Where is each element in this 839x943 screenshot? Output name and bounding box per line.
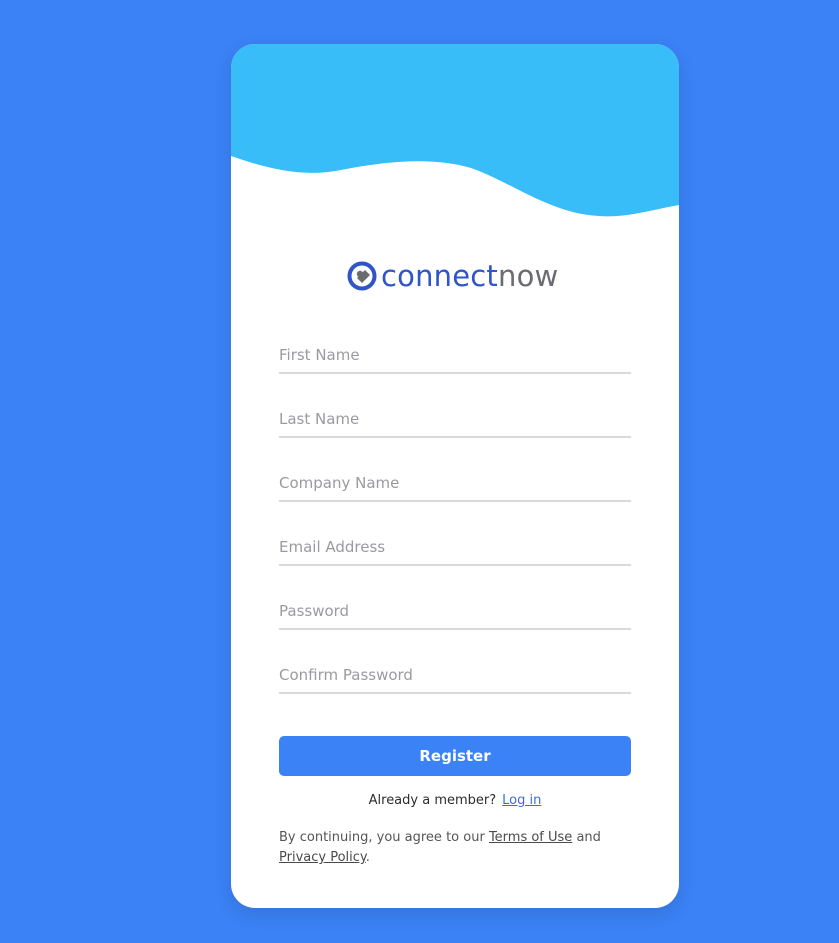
- register-form: [279, 334, 631, 718]
- logo-wordmark: connectnow: [381, 258, 559, 293]
- legal-suffix: .: [365, 850, 370, 865]
- login-link[interactable]: Log in: [502, 793, 541, 808]
- password-field[interactable]: [279, 600, 631, 622]
- first-name-field-wrapper: [279, 334, 631, 374]
- member-text: Already a member?: [368, 793, 497, 808]
- company-name-field[interactable]: [279, 472, 631, 494]
- email-field-wrapper: [279, 526, 631, 566]
- legal-and: and: [576, 830, 601, 845]
- connectnow-logo-icon: [347, 261, 377, 291]
- register-button[interactable]: Register: [279, 736, 631, 776]
- confirm-password-field[interactable]: [279, 664, 631, 686]
- last-name-field-wrapper: [279, 398, 631, 438]
- legal-prefix: By continuing, you agree to our: [279, 830, 485, 845]
- member-prompt: Already a member? Log in: [231, 793, 679, 808]
- page-background: connectnow Register Already a: [0, 0, 839, 943]
- privacy-policy-link[interactable]: Privacy Policy: [279, 850, 366, 865]
- first-name-field[interactable]: [279, 344, 631, 366]
- email-field[interactable]: [279, 536, 631, 558]
- connectnow-logo: connectnow: [347, 256, 558, 296]
- confirm-password-field-wrapper: [279, 654, 631, 694]
- register-card: connectnow Register Already a: [231, 44, 679, 908]
- company-name-field-wrapper: [279, 462, 631, 502]
- legal-notice: By continuing, you agree to our Terms of…: [279, 828, 631, 868]
- password-field-wrapper: [279, 590, 631, 630]
- terms-of-use-link[interactable]: Terms of Use: [489, 830, 572, 845]
- last-name-field[interactable]: [279, 408, 631, 430]
- header-wave: [231, 44, 679, 217]
